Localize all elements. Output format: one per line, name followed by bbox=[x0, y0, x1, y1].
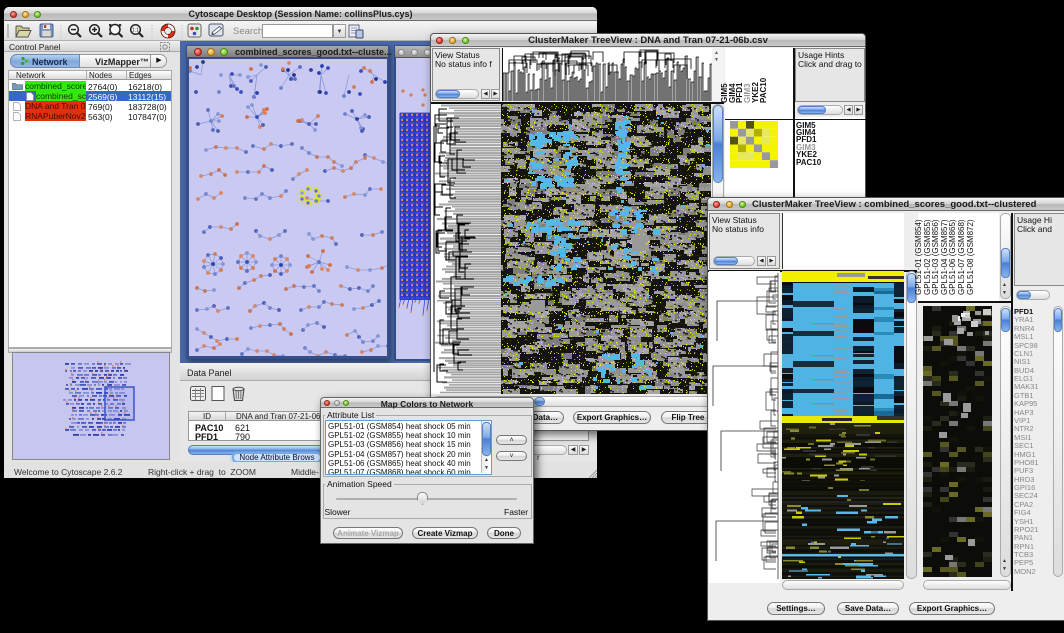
svg-text:1:1: 1:1 bbox=[132, 28, 139, 34]
